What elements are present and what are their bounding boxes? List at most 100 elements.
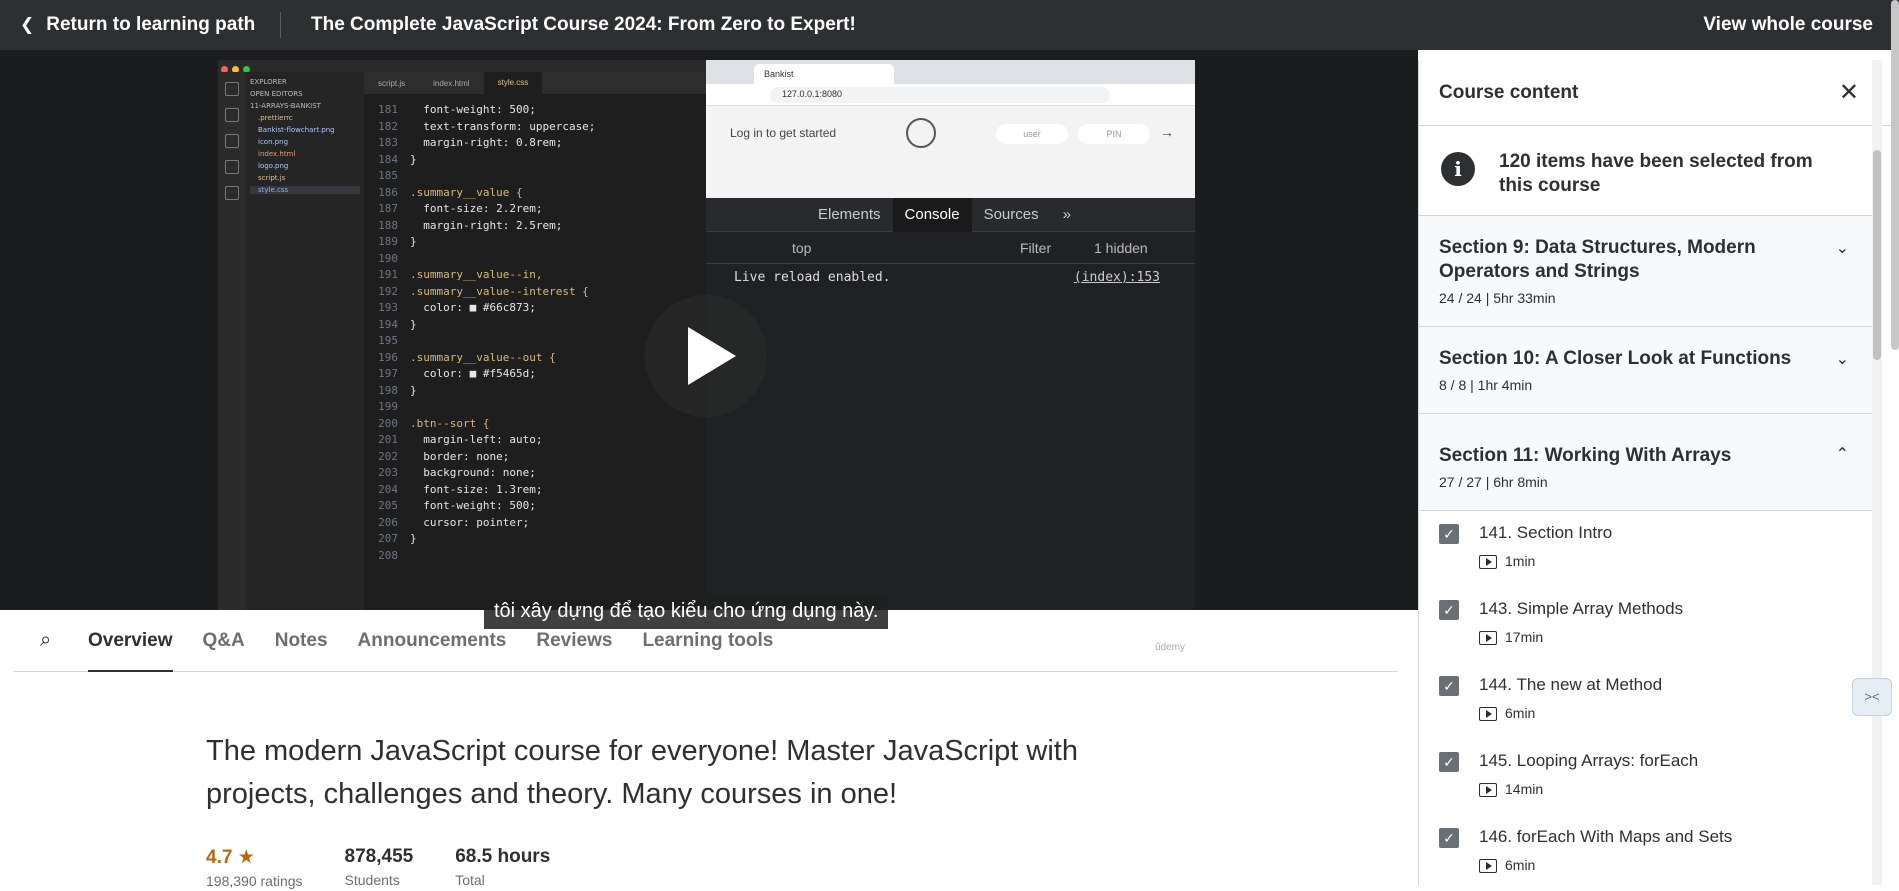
code-line: 206 cursor: pointer;	[364, 515, 706, 532]
chevron-down-icon: ⌄	[1835, 240, 1849, 257]
search-icon	[225, 108, 239, 122]
code-line: 205 font-weight: 500;	[364, 498, 706, 515]
code-line: 189}	[364, 234, 706, 251]
devtools-tab: Sources	[983, 205, 1039, 223]
window-scrollbar[interactable]	[1891, 0, 1899, 885]
explorer-item: .prettierrc	[258, 114, 293, 122]
line-number: 195	[378, 334, 398, 347]
lecture-duration: 6min	[1505, 857, 1536, 873]
code-line: 202 border: none;	[364, 449, 706, 466]
line-number: 208	[378, 548, 398, 562]
completed-checkbox[interactable]: ✓	[1439, 752, 1459, 772]
lecture-duration: 1min	[1505, 553, 1536, 569]
lecture-duration: 14min	[1505, 781, 1544, 797]
section-meta: 24 / 24 | 5hr 33min	[1439, 290, 1556, 306]
line-number: 198	[378, 383, 398, 397]
user-input: user	[996, 124, 1068, 144]
code-line: 207}	[364, 531, 706, 548]
editor-tab: index.html	[433, 78, 470, 88]
line-text: .btn--sort {	[410, 416, 490, 430]
browser-urlbar: 127.0.0.1:8080	[706, 84, 1195, 106]
line-text: background: none;	[410, 466, 536, 479]
section-title: Section 10: A Closer Look at Functions	[1439, 348, 1792, 369]
line-text: font-size: 1.3rem;	[410, 482, 543, 496]
source-control-icon	[225, 134, 239, 148]
completed-checkbox[interactable]: ✓	[1439, 828, 1459, 848]
line-number: 199	[378, 400, 398, 413]
line-number: 181	[378, 103, 398, 116]
tab-announcements[interactable]: Announcements	[358, 610, 507, 672]
lecture-item[interactable]: ✓ 141. Section Intro 1min	[1419, 511, 1873, 587]
devtools-tab: Console	[892, 197, 972, 232]
course-description: The modern JavaScript course for everyon…	[206, 735, 1078, 810]
line-text: color: ■ #f5465d;	[410, 367, 536, 380]
line-number: 188	[378, 218, 398, 232]
lecture-duration: 17min	[1505, 629, 1544, 645]
play-button[interactable]	[645, 295, 767, 417]
editor-activity-bar	[218, 72, 246, 610]
sidebar-scroll-thumb[interactable]	[1873, 150, 1881, 360]
content-tabs: ⌕ Overview Q&A Notes Announcements Revie…	[14, 610, 1398, 672]
explorer-item: 11-ARRAYS-BANKIST	[250, 102, 321, 110]
lecture-item[interactable]: ✓ 144. The new at Method 6min	[1419, 663, 1873, 739]
lecture-item[interactable]: ✓ 146. forEach With Maps and Sets 6min	[1419, 815, 1873, 891]
topbar-divider	[280, 12, 281, 38]
lecture-item[interactable]: ✓ 145. Looping Arrays: forEach 14min	[1419, 739, 1873, 815]
tab-learning-tools[interactable]: Learning tools	[642, 610, 773, 672]
line-number: 186	[378, 185, 398, 199]
tab-overview[interactable]: Overview	[88, 610, 173, 672]
search-icon[interactable]: ⌕	[14, 629, 64, 652]
code-line: 192 .summary__value--interest {	[364, 284, 706, 301]
line-number: 202	[378, 449, 398, 463]
section-11[interactable]: Section 11: Working With Arrays 27 / 27 …	[1419, 414, 1873, 511]
section-10[interactable]: Section 10: A Closer Look at Functions 8…	[1419, 327, 1873, 414]
completed-checkbox[interactable]: ✓	[1439, 676, 1459, 696]
completed-checkbox[interactable]: ✓	[1439, 600, 1459, 620]
students-label: Students	[344, 872, 400, 888]
editor-tabs: script.js index.html style.css	[364, 72, 706, 94]
window-scroll-thumb[interactable]	[1891, 0, 1899, 350]
bankist-logo-icon	[906, 118, 936, 148]
close-icon[interactable]: ✕	[1839, 78, 1859, 107]
line-text: }	[410, 235, 417, 248]
return-to-learning-path-link[interactable]: ❮ Return to learning path	[0, 0, 280, 50]
line-number: 201	[378, 433, 398, 446]
video-icon	[1479, 783, 1497, 797]
code-line: 203 background: none;	[364, 465, 706, 482]
students-value: 878,455	[344, 846, 414, 867]
lecture-title: 141. Section Intro	[1479, 523, 1613, 542]
code-line: 199	[364, 399, 706, 416]
video-icon	[1479, 631, 1497, 645]
section-9[interactable]: Section 9: Data Structures, Modern Opera…	[1419, 216, 1873, 327]
tab-reviews[interactable]: Reviews	[536, 610, 612, 672]
line-text: .summary__value--in,	[410, 268, 543, 281]
lecture-item[interactable]: ✓ 143. Simple Array Methods 17min	[1419, 587, 1873, 663]
tab-notes[interactable]: Notes	[275, 610, 328, 672]
hours-value: 68.5 hours	[455, 846, 551, 867]
line-number: 193	[378, 301, 398, 314]
bankist-page: Log in to get started user PIN →	[706, 106, 1195, 198]
view-whole-course-link[interactable]: View whole course	[1703, 14, 1873, 36]
tab-qa[interactable]: Q&A	[203, 610, 245, 672]
devtools-tab: Elements	[818, 205, 881, 223]
line-text: margin-right: 2.5rem;	[410, 218, 563, 232]
sidebar-scrollbar[interactable]	[1872, 60, 1882, 885]
star-icon: ★	[237, 847, 255, 868]
code-line: 186 .summary__value {	[364, 185, 706, 202]
console-message: Live reload enabled.	[734, 270, 891, 285]
files-icon	[225, 82, 239, 96]
code-line: 200 .btn--sort {	[364, 416, 706, 433]
code-line: 191 .summary__value--in,	[364, 267, 706, 284]
video-frame-editor: EXPLORER OPEN EDITORS 11-ARRAYS-BANKIST …	[218, 60, 706, 610]
line-text: .summary__value--out {	[410, 350, 556, 364]
explorer-item: logo.png	[258, 162, 289, 170]
login-text: Log in to get started	[730, 126, 837, 140]
explorer-item: Bankist-flowchart.png	[258, 126, 335, 134]
feedback-widget-button[interactable]: ><	[1852, 678, 1892, 716]
lecture-duration: 6min	[1505, 705, 1536, 721]
editor-explorer: EXPLORER OPEN EDITORS 11-ARRAYS-BANKIST …	[246, 72, 364, 610]
code-line: 187 font-size: 2.2rem;	[364, 201, 706, 218]
lecture-title: 144. The new at Method	[1479, 675, 1663, 694]
completed-checkbox[interactable]: ✓	[1439, 524, 1459, 544]
line-text: .summary__value {	[410, 185, 523, 199]
